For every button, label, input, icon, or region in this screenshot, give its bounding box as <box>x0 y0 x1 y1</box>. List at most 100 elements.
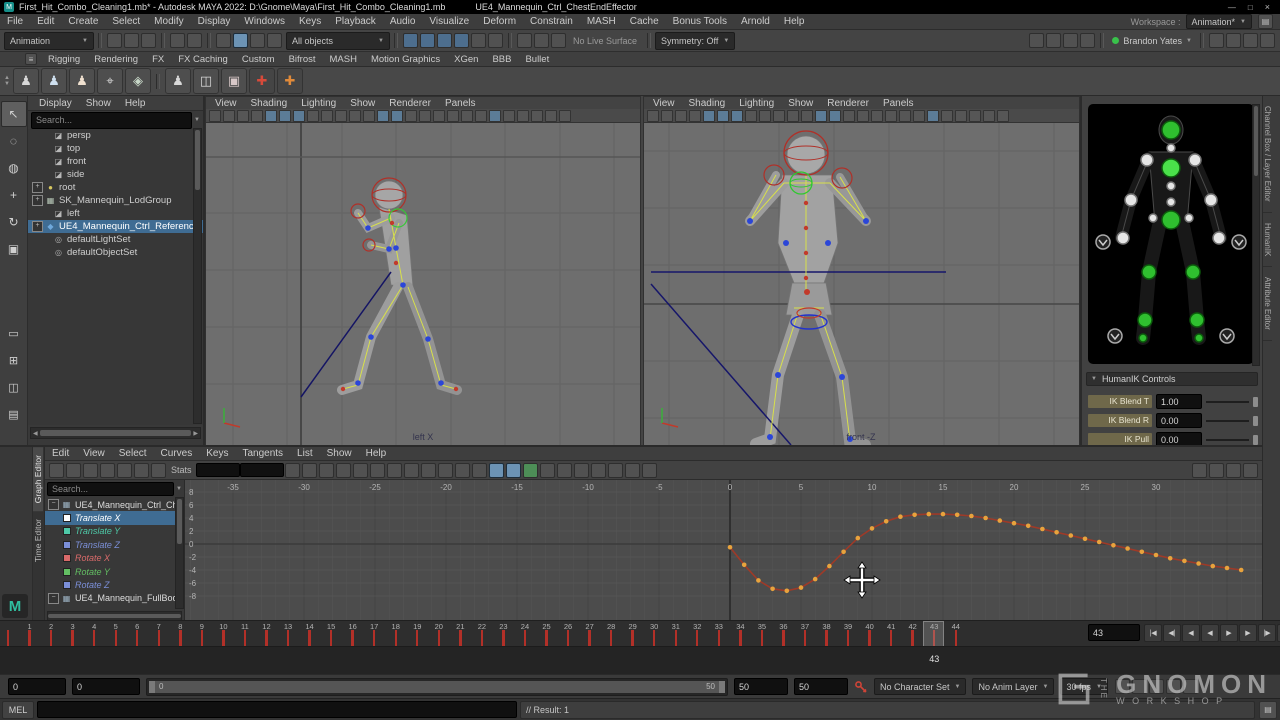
playback-end-field[interactable]: 50 <box>734 678 788 695</box>
attr-slider-knob[interactable] <box>1253 435 1258 445</box>
toolbar-icon[interactable] <box>591 463 606 478</box>
menu-windows[interactable]: Windows <box>237 15 292 28</box>
character-set-selector[interactable]: No Character Set▼ <box>874 678 966 695</box>
viewport-toolbar-icon[interactable] <box>293 110 305 122</box>
attr-slider[interactable] <box>1206 401 1249 403</box>
expander-icon[interactable]: + <box>32 221 43 232</box>
viewport-toolbar-icon[interactable] <box>773 110 785 122</box>
toolbar-icon[interactable] <box>1115 679 1130 694</box>
toolbar-icon[interactable] <box>107 33 122 48</box>
shelf-tab-rendering[interactable]: Rendering <box>87 53 145 66</box>
toolbar-icon[interactable] <box>472 463 487 478</box>
toolbar-icon[interactable] <box>319 463 334 478</box>
outliner-item-defaultlightset[interactable]: ◎defaultLightSet <box>28 233 203 246</box>
attr-slider[interactable] <box>1206 439 1249 441</box>
viewport-menu-lighting[interactable]: Lighting <box>732 97 781 110</box>
viewport-toolbar-icon[interactable] <box>969 110 981 122</box>
step-forward-key-button[interactable]: |▶ <box>1258 624 1276 642</box>
locator-icon[interactable]: ✚ <box>249 68 275 94</box>
toolbar-icon[interactable] <box>488 33 503 48</box>
menu-arnold[interactable]: Arnold <box>734 15 777 28</box>
viewport-toolbar-icon[interactable] <box>405 110 417 122</box>
viewport-toolbar-icon[interactable] <box>885 110 897 122</box>
toolbar-icon[interactable] <box>302 463 317 478</box>
rotate-tool[interactable]: ↻ <box>1 209 27 235</box>
menu-edit[interactable]: Edit <box>30 15 61 28</box>
menu-audio[interactable]: Audio <box>383 15 423 28</box>
viewport-toolbar-icon[interactable] <box>475 110 487 122</box>
script-editor-icon[interactable]: ▤ <box>1259 701 1277 719</box>
set-key-icon[interactable] <box>854 680 868 694</box>
graph-menu-keys[interactable]: Keys <box>199 447 235 460</box>
toolbar-icon[interactable] <box>557 463 572 478</box>
graph-tree-vscrollbar[interactable] <box>175 497 184 609</box>
toolbar-icon[interactable] <box>523 463 538 478</box>
viewport-menu-shading[interactable]: Shading <box>682 97 733 110</box>
viewport-front[interactable]: ViewShadingLightingShowRendererPanels <box>643 96 1080 445</box>
current-frame-marker[interactable] <box>923 621 944 647</box>
command-input[interactable] <box>37 701 517 718</box>
toolbar-icon[interactable] <box>336 463 351 478</box>
toolbar-icon[interactable] <box>370 463 385 478</box>
viewport-toolbar-icon[interactable] <box>237 110 249 122</box>
pose-icon[interactable]: ♟ <box>165 68 191 94</box>
outliner-item-root[interactable]: +●root <box>28 181 203 194</box>
mirror-pose-icon[interactable]: ◫ <box>193 68 219 94</box>
graph-menu-select[interactable]: Select <box>112 447 154 460</box>
toolbar-icon[interactable] <box>574 463 589 478</box>
select-tool[interactable]: ↖ <box>1 101 27 127</box>
constraint-icon[interactable]: ◈ <box>125 68 151 94</box>
toolbar-icon[interactable] <box>1149 679 1164 694</box>
viewport-menu-show[interactable]: Show <box>781 97 820 110</box>
viewport-toolbar-icon[interactable] <box>349 110 361 122</box>
toolbar-icon[interactable] <box>49 463 64 478</box>
toolbar-icon[interactable] <box>420 33 435 48</box>
toolbar-icon[interactable] <box>437 33 452 48</box>
stats-field[interactable] <box>240 463 284 477</box>
two-pane-layout[interactable]: ◫ <box>1 374 27 400</box>
four-pane-layout[interactable]: ⊞ <box>1 347 27 373</box>
humanik-scrollbar[interactable] <box>1252 104 1260 366</box>
viewport-menu-shading[interactable]: Shading <box>244 97 295 110</box>
menu-keys[interactable]: Keys <box>292 15 328 28</box>
menu-modify[interactable]: Modify <box>147 15 190 28</box>
play-backwards-button[interactable]: ◀ <box>1201 624 1219 642</box>
viewport-menu-show[interactable]: Show <box>343 97 382 110</box>
viewport-menu-lighting[interactable]: Lighting <box>294 97 343 110</box>
command-language-toggle[interactable]: MEL <box>2 701 34 719</box>
control-rig-icon[interactable]: ♟ <box>69 68 95 94</box>
graph-menu-view[interactable]: View <box>76 447 112 460</box>
toolbar-icon[interactable] <box>1046 33 1061 48</box>
scrollbar-thumb[interactable] <box>48 614 181 618</box>
scrollbar-thumb[interactable] <box>177 499 182 544</box>
shelf-tab-motion-graphics[interactable]: Motion Graphics <box>364 53 447 66</box>
workspace-selector[interactable]: Animation* ▼ <box>1186 14 1252 29</box>
toolbar-icon[interactable] <box>233 33 248 48</box>
menu-deform[interactable]: Deform <box>476 15 523 28</box>
toolbar-icon[interactable] <box>403 33 418 48</box>
single-pane-layout[interactable]: ▭ <box>1 320 27 346</box>
viewport-toolbar-icon[interactable] <box>955 110 967 122</box>
toolbar-icon[interactable] <box>134 463 149 478</box>
viewport-side[interactable]: ViewShadingLightingShowRendererPanels <box>205 96 641 445</box>
viewport-front-scene[interactable]: front -Z <box>644 123 1079 445</box>
humanik-character-picker[interactable] <box>1088 104 1254 364</box>
shelf-tab-bbb[interactable]: BBB <box>485 53 518 66</box>
shelf-tab-fx-caching[interactable]: FX Caching <box>171 53 235 66</box>
scrollbar-thumb[interactable] <box>1254 106 1258 176</box>
lasso-tool[interactable]: ◌ <box>1 128 27 154</box>
outliner-menu-help[interactable]: Help <box>118 97 153 110</box>
channel-item-translate-y[interactable]: Translate Y <box>45 525 184 538</box>
shelf-tab-xgen[interactable]: XGen <box>447 53 485 66</box>
viewport-toolbar-icon[interactable] <box>279 110 291 122</box>
channel-item-translate-z[interactable]: Translate Z <box>45 538 184 551</box>
channel-item-translate-x[interactable]: Translate X <box>45 511 184 524</box>
viewport-toolbar-icon[interactable] <box>433 110 445 122</box>
viewport-toolbar-icon[interactable] <box>983 110 995 122</box>
scrollbar-thumb[interactable] <box>195 130 200 190</box>
channel-item-rotate-x[interactable]: Rotate X <box>45 552 184 565</box>
graph-menu-help[interactable]: Help <box>359 447 394 460</box>
toolbar-icon[interactable] <box>1029 33 1044 48</box>
toolbar-icon[interactable] <box>170 33 185 48</box>
viewport-toolbar-icon[interactable] <box>829 110 841 122</box>
